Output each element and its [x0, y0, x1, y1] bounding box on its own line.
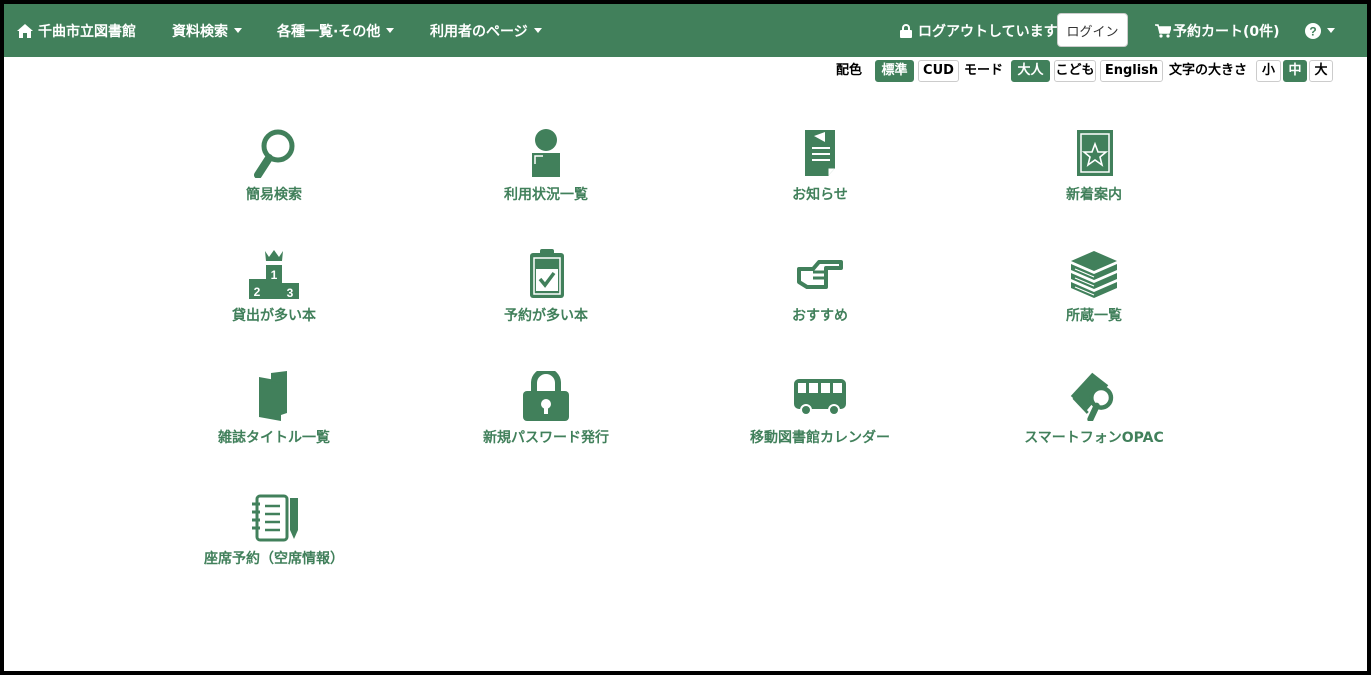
- tile-label: 簡易検索: [246, 187, 302, 203]
- page-frame: 千曲市立図書館 資料検索 各種一覧·その他 利用者のページ ログアウトしています…: [4, 4, 1367, 671]
- reserve-cart-label: 予約カート(0件): [1173, 23, 1280, 40]
- tile-label: 予約が多い本: [504, 308, 588, 324]
- clipboard-check-icon: [530, 249, 564, 298]
- logout-status-text: ログアウトしています: [918, 23, 1058, 40]
- svg-text:3: 3: [287, 286, 294, 299]
- ranking-podium-icon: 1 2 3: [249, 250, 299, 299]
- tile-most-borrowed[interactable]: 1 2 3 貸出が多い本: [164, 249, 384, 359]
- svg-text:1: 1: [271, 268, 278, 282]
- chevron-down-icon: [533, 28, 542, 33]
- tile-label: おすすめ: [792, 308, 848, 324]
- text-size-label: 文字の大きさ: [1169, 63, 1248, 78]
- book-stack-icon: [1071, 251, 1117, 298]
- svg-text:2: 2: [254, 285, 261, 299]
- tile-magazine-titles[interactable]: 雑誌タイトル一覧: [164, 371, 384, 481]
- tile-label: 雑誌タイトル一覧: [218, 430, 330, 446]
- display-settings: 配色 標準 CUD モード 大人 こども English 文字の大きさ 小 中 …: [4, 59, 1367, 83]
- home-link[interactable]: 千曲市立図書館: [17, 4, 136, 57]
- tile-label: 新規パスワード発行: [483, 430, 609, 446]
- login-button[interactable]: ログイン: [1057, 13, 1128, 47]
- notebook-pencil-icon: [252, 494, 298, 542]
- tile-new-password[interactable]: 新規パスワード発行: [436, 371, 656, 481]
- site-title: 千曲市立図書館: [38, 23, 136, 40]
- menu-user-page[interactable]: 利用者のページ: [430, 4, 542, 57]
- login-status: ログアウトしています: [900, 4, 1058, 57]
- text-size-small-button[interactable]: 小: [1256, 60, 1281, 82]
- book-search-icon: [1070, 372, 1114, 421]
- menu-lists[interactable]: 各種一覧·その他: [277, 4, 395, 57]
- book-star-icon: [1077, 130, 1113, 176]
- menu-search-label: 資料検索: [172, 23, 228, 40]
- padlock-icon: [523, 371, 569, 421]
- tile-label: スマートフォンOPAC: [1024, 430, 1164, 446]
- tile-mobile-library-calendar[interactable]: 移動図書館カレンダー: [710, 371, 930, 481]
- person-icon: [532, 129, 560, 177]
- svg-text:?: ?: [1309, 24, 1316, 38]
- notice-document-icon: [805, 130, 835, 176]
- tile-label: 利用状況一覧: [504, 187, 588, 203]
- tile-seat-reservation[interactable]: 座席予約（空席情報）: [164, 492, 384, 602]
- tile-label: お知らせ: [792, 187, 848, 203]
- help-icon: ?: [1305, 22, 1321, 39]
- color-cud-button[interactable]: CUD: [918, 60, 959, 82]
- tile-news[interactable]: お知らせ: [710, 128, 930, 238]
- color-scheme-label: 配色: [836, 63, 863, 78]
- text-size-medium-button[interactable]: 中: [1283, 60, 1307, 82]
- color-standard-button[interactable]: 標準: [875, 60, 914, 82]
- tile-usage-status[interactable]: 利用状況一覧: [436, 128, 656, 238]
- chevron-down-icon: [234, 28, 242, 33]
- cart-icon: [1155, 23, 1171, 38]
- tile-most-reserved[interactable]: 予約が多い本: [436, 249, 656, 359]
- tile-label: 所蔵一覧: [1066, 308, 1122, 324]
- tile-label: 新着案内: [1066, 187, 1122, 203]
- bus-icon: [794, 379, 846, 416]
- tile-smartphone-opac[interactable]: スマートフォンOPAC: [984, 371, 1204, 481]
- home-icon: [17, 23, 33, 38]
- magazine-icon: [259, 371, 287, 421]
- menu-user-page-label: 利用者のページ: [430, 23, 528, 40]
- tile-label: 座席予約（空席情報）: [204, 551, 344, 567]
- chevron-down-icon: [386, 28, 395, 33]
- mode-english-button[interactable]: English: [1100, 60, 1163, 82]
- menu-lists-label: 各種一覧·その他: [277, 23, 381, 40]
- tile-recommendations[interactable]: おすすめ: [710, 249, 930, 359]
- tile-new-arrivals[interactable]: 新着案内: [984, 128, 1204, 238]
- lock-icon: [900, 23, 912, 38]
- mode-kids-button[interactable]: こども: [1054, 60, 1096, 82]
- tile-holdings[interactable]: 所蔵一覧: [984, 249, 1204, 359]
- mode-label: モード: [964, 63, 1004, 78]
- tile-label: 移動図書館カレンダー: [750, 430, 890, 446]
- tile-label: 貸出が多い本: [232, 308, 316, 324]
- top-navbar: 千曲市立図書館 資料検索 各種一覧·その他 利用者のページ ログアウトしています…: [4, 4, 1367, 57]
- chevron-down-icon: [1327, 28, 1335, 33]
- pointing-hand-icon: [797, 260, 843, 289]
- reserve-cart-link[interactable]: 予約カート(0件): [1155, 4, 1280, 57]
- tile-simple-search[interactable]: 簡易検索: [164, 128, 384, 238]
- magnifier-icon: [254, 129, 295, 178]
- mode-adult-button[interactable]: 大人: [1011, 60, 1050, 82]
- menu-search[interactable]: 資料検索: [172, 4, 242, 57]
- help-menu[interactable]: ?: [1305, 4, 1335, 57]
- text-size-large-button[interactable]: 大: [1309, 60, 1333, 82]
